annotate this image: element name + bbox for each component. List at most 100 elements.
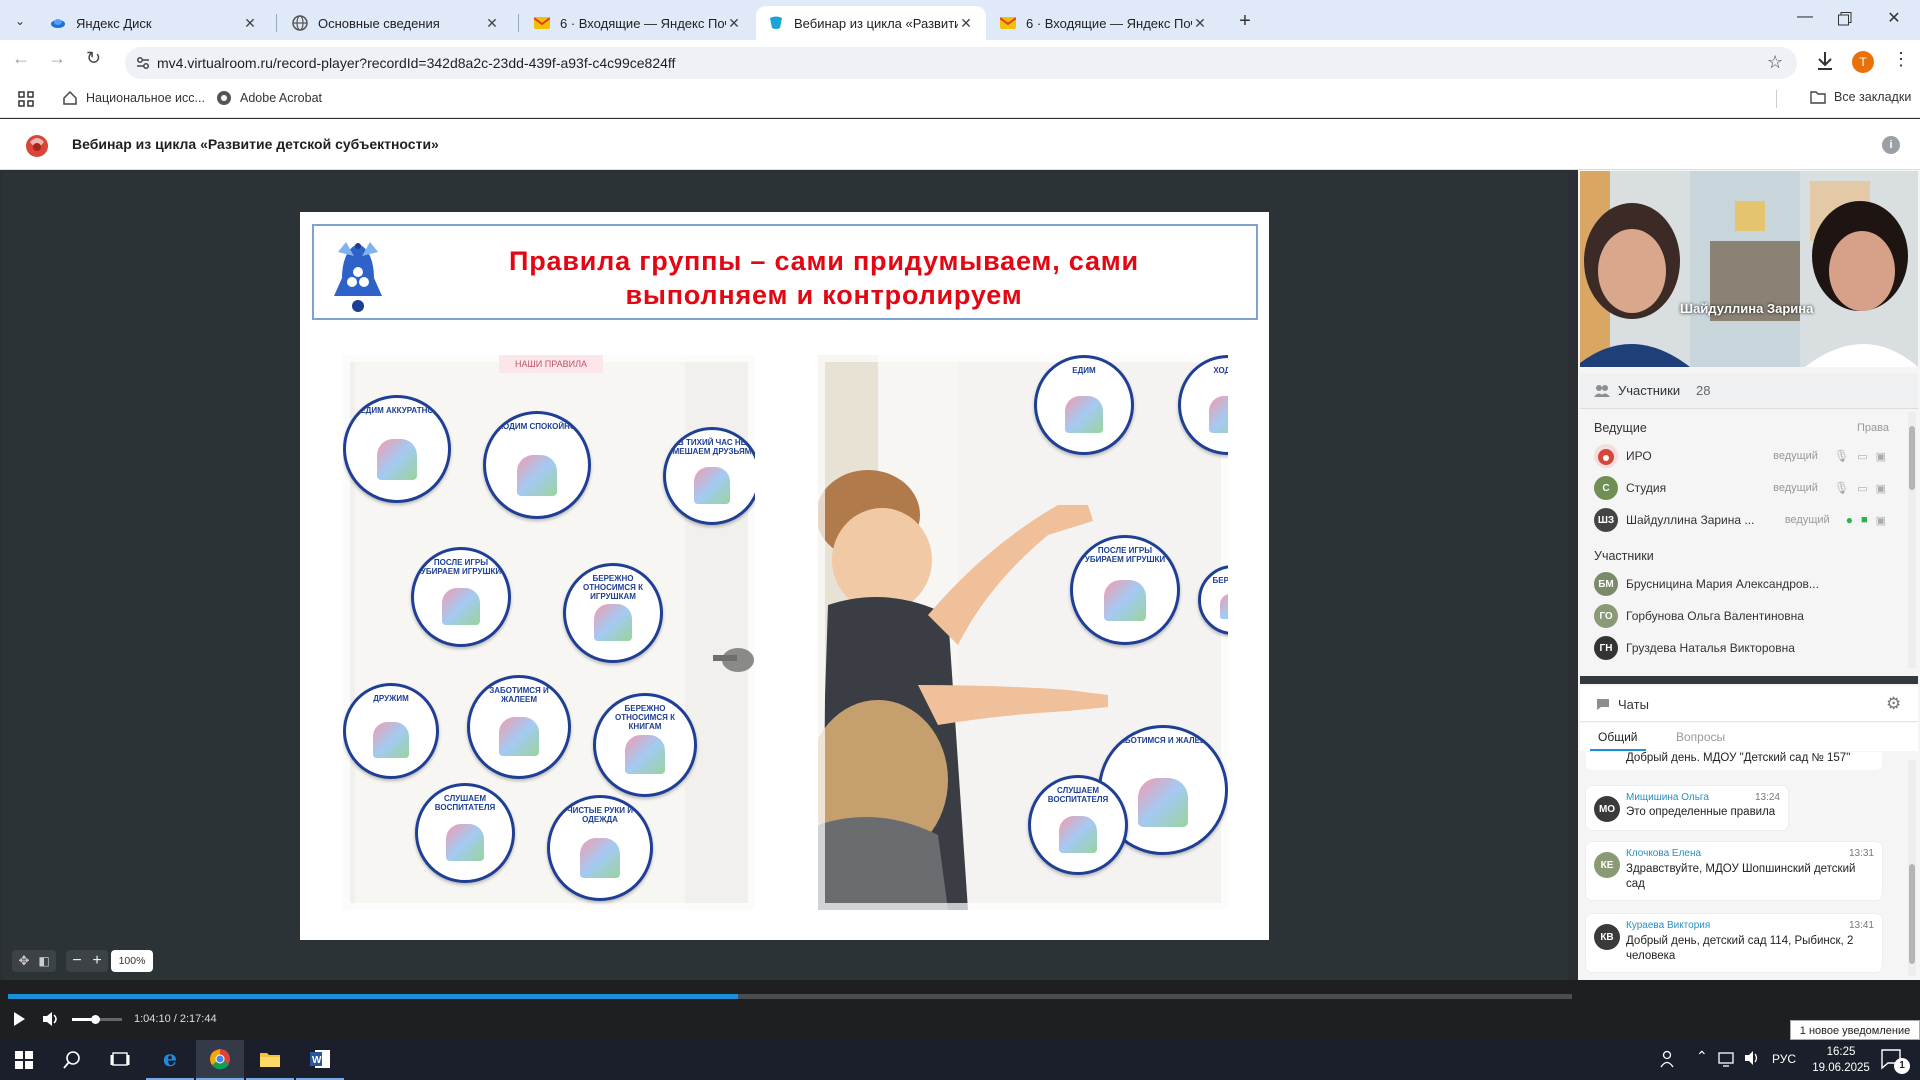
address-bar[interactable]: mv4.virtualroom.ru/record-player?recordI… [125,47,1797,79]
participant-role: ведущий [1773,482,1818,494]
mic-off-icon[interactable]: 🎙 [1834,449,1849,463]
photo-children-at-board: ЕДИМ ХОДИМ ПОСЛЕ ИГРЫ УБИРАЕМ ИГРУШКИ БЕРЕЖ… [818,355,1228,910]
search-icon[interactable] [48,1040,96,1080]
chats-header[interactable]: Чаты ⚙ [1580,686,1918,722]
zoom-level[interactable]: 100% [111,950,153,972]
rule-circle-label: БЕРЕЖНО [1212,576,1229,585]
gear-icon[interactable]: ⚙ [1886,694,1901,714]
host-row[interactable]: ШЗ Шайдуллина Зарина ... ведущий ● ■ ▣ [1594,507,1886,533]
speaker-tray-icon[interactable] [1744,1050,1762,1066]
tab-webinar[interactable]: Вебинар из цикла «Развитие д ✕ [756,6,986,40]
scroll-thumb[interactable] [1909,864,1915,964]
mic-off-icon[interactable]: 🎙 [1834,481,1849,495]
speaker-video: Шайдуллина Зарина [1580,171,1918,367]
tab-yandex-mail-1[interactable]: 6 · Входящие — Яндекс Почта ✕ [522,6,754,40]
close-icon[interactable]: ✕ [1192,15,1208,32]
url-text[interactable]: mv4.virtualroom.ru/record-player?recordI… [157,55,675,71]
tab-basic-info[interactable]: Основные сведения ✕ [280,6,512,40]
child-drawing [1138,777,1188,828]
rule-circle: ПОСЛЕ ИГРЫ УБИРАЕМ ИГРУШКИ [411,547,511,647]
volume-knob[interactable] [90,1015,100,1024]
tab-questions[interactable]: Вопросы [1676,730,1725,744]
chrome-icon[interactable] [196,1040,244,1080]
chevron-up-icon[interactable]: ⌃ [1696,1048,1708,1065]
bookmark-item[interactable]: Adobe Acrobat [216,90,322,106]
participants-scrollbar[interactable] [1908,412,1916,668]
people-tray-icon[interactable] [1660,1050,1678,1068]
avatar: ГО [1594,604,1618,628]
window-close-icon[interactable]: ✕ [1882,8,1906,32]
move-icon[interactable]: ✥ [15,952,33,970]
close-icon[interactable]: ✕ [484,15,500,32]
forward-arrow-icon[interactable]: → [48,48,66,69]
camera-off-icon[interactable]: ▭ [1857,482,1867,495]
rule-circle-label: БЕРЕЖНО ОТНОСИМСЯ К КНИГАМ [615,704,675,731]
screen-share-icon[interactable]: ▣ [1876,482,1886,495]
language-indicator[interactable]: РУС [1772,1052,1796,1066]
zoom-out-button[interactable]: − [68,950,86,972]
apps-grid-icon[interactable] [18,91,34,107]
download-icon[interactable] [1815,50,1835,72]
camera-on-icon[interactable]: ■ [1861,514,1868,526]
new-tab-plus-icon[interactable]: + [1232,8,1258,34]
restore-icon[interactable] [1838,12,1852,26]
mic-on-icon[interactable]: ● [1846,513,1853,527]
site-settings-icon[interactable] [135,55,151,71]
camera-off-icon[interactable]: ▭ [1857,450,1867,463]
clock-date: 19.06.2025 [1812,1062,1870,1074]
network-icon[interactable] [1718,1051,1736,1067]
clock[interactable]: 16:25 19.06.2025 [1806,1044,1876,1076]
members-label: Участники [1594,549,1654,563]
rights-label: Права [1857,422,1889,434]
close-icon[interactable]: ✕ [726,15,742,32]
participant-name: ИРО [1626,449,1652,463]
browser-menu-icon[interactable]: ⋮ [1892,49,1910,70]
profile-avatar[interactable]: Т [1852,51,1874,73]
child-drawing [442,587,480,626]
file-explorer-icon[interactable] [246,1040,294,1080]
chat-scrollbar[interactable] [1908,760,1916,976]
scroll-thumb[interactable] [1909,426,1915,490]
avatar: БМ [1594,572,1618,596]
browser-tab-strip: ⌄ Яндекс Диск ✕ Основные сведения ✕ 6 · … [0,0,1920,40]
tab-search-chevron-icon[interactable]: ⌄ [8,10,32,32]
chat-text: Это определенные правила [1626,806,1776,818]
tab-yandex-mail-2[interactable]: 6 · Входящие — Яндекс Почта ✕ [988,6,1220,40]
progress-bar[interactable] [8,994,1572,999]
reload-icon[interactable]: ↻ [86,48,101,69]
info-icon[interactable]: i [1882,136,1900,154]
screen-share-icon[interactable]: ▣ [1876,450,1886,463]
yandex-mail-icon [534,15,550,31]
edge-icon[interactable]: e [146,1040,194,1080]
divider [1776,90,1777,108]
screen-share-icon[interactable]: ▣ [1876,514,1886,527]
bookmark-star-icon[interactable]: ☆ [1767,52,1783,73]
tab-general[interactable]: Общий [1598,730,1638,744]
back-arrow-icon[interactable]: ← [12,48,30,69]
participants-header[interactable]: Участники 28 [1580,373,1918,409]
member-row[interactable]: ГН Груздева Наталья Викторовна [1594,635,1886,661]
hosts-label: Ведущие [1594,421,1647,435]
notification-toast[interactable]: 1 новое уведомление [1790,1020,1920,1040]
close-icon[interactable]: ✕ [958,15,974,32]
host-row[interactable]: С Студия ведущий 🎙 ▭ ▣ [1594,475,1886,501]
close-icon[interactable]: ✕ [242,15,258,32]
participant-role: ведущий [1784,514,1830,526]
windows-start-icon[interactable] [0,1040,48,1080]
bookmark-item[interactable]: Национальное исс... [62,90,205,106]
task-view-icon[interactable] [96,1040,144,1080]
all-bookmarks[interactable]: Все закладки [1810,90,1911,104]
rule-circle: ДРУЖИМ [343,683,439,779]
word-icon[interactable]: W [296,1040,344,1080]
fit-width-icon[interactable]: ◧ [35,952,53,970]
panel-divider[interactable] [1580,676,1918,684]
member-row[interactable]: БМ Брусницина Мария Александров... [1594,571,1886,597]
member-row[interactable]: ГО Горбунова Ольга Валентиновна [1594,603,1886,629]
avatar: ШЗ [1594,508,1618,532]
host-row[interactable]: ИРО ведущий 🎙 ▭ ▣ [1594,443,1886,469]
tab-yandex-disk[interactable]: Яндекс Диск ✕ [38,6,270,40]
volume-icon[interactable] [42,1011,60,1027]
minimize-icon[interactable]: — [1790,8,1820,32]
zoom-in-button[interactable]: + [88,950,106,972]
play-icon[interactable] [12,1011,26,1027]
